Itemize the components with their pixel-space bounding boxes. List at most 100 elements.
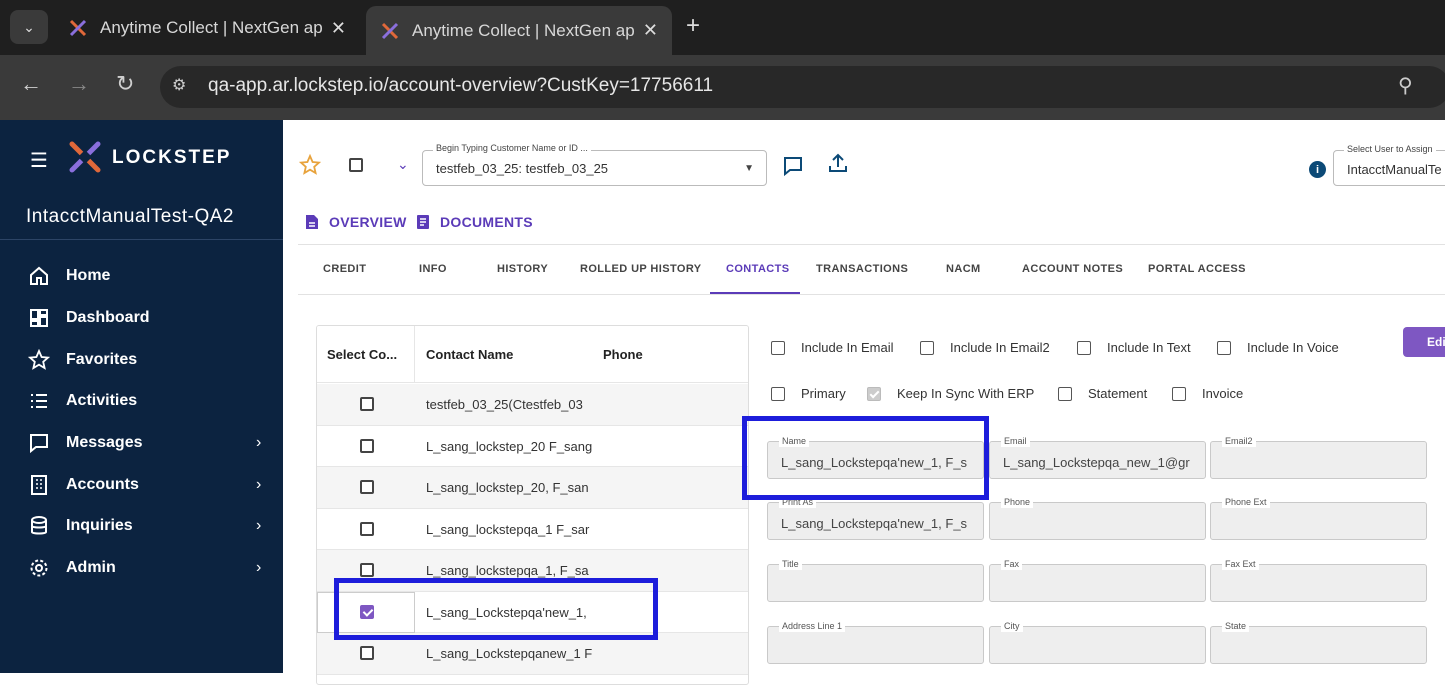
url-text[interactable]: qa-app.ar.lockstep.io/account-overview?C…	[208, 75, 713, 97]
sidebar-item-messages[interactable]: Messages ›	[0, 423, 283, 463]
tab-credit[interactable]: CREDIT	[323, 263, 366, 275]
tab-overview[interactable]: OVERVIEW	[305, 214, 407, 230]
tab-documents[interactable]: DOCUMENTS	[416, 214, 533, 230]
message-icon[interactable]	[782, 155, 804, 177]
fax-field[interactable]: Fax	[989, 558, 1206, 602]
phone-field[interactable]: Phone	[989, 496, 1206, 540]
table-row[interactable]: testfeb_03_25(Ctestfeb_03	[317, 384, 748, 426]
email-field[interactable]: Email L_sang_Lockstepqa_new_1@gr	[989, 435, 1206, 479]
chevron-right-icon: ›	[256, 559, 262, 576]
info-icon[interactable]: i	[1309, 161, 1326, 178]
close-icon[interactable]: ✕	[331, 18, 346, 39]
primary-checkbox[interactable]: Primary	[771, 386, 846, 401]
highlight-box-selected-row	[334, 578, 658, 640]
chevron-right-icon: ›	[256, 517, 262, 534]
tab-search-button[interactable]: ⌄	[10, 10, 48, 44]
tab-history[interactable]: HISTORY	[497, 263, 548, 275]
sidebar-item-label: Favorites	[66, 351, 138, 368]
tab-account-notes[interactable]: ACCOUNT NOTES	[1022, 263, 1123, 275]
reload-icon[interactable]: ↻	[116, 71, 134, 97]
fax-ext-field[interactable]: Fax Ext	[1210, 558, 1427, 602]
include-voice-checkbox[interactable]: Include In Voice	[1217, 340, 1339, 355]
tab-info[interactable]: INFO	[419, 263, 447, 275]
browser-tab-bar: ⌄ Anytime Collect | NextGen app ✕ Anytim…	[0, 0, 1445, 55]
contact-name-cell: testfeb_03_25(Ctestfeb_03	[426, 397, 583, 412]
checkbox-box	[1217, 340, 1231, 355]
close-icon[interactable]: ✕	[643, 20, 658, 41]
chevron-down-icon[interactable]: ⌄	[397, 156, 409, 173]
address-line1-field[interactable]: Address Line 1	[767, 620, 984, 664]
include-email2-checkbox[interactable]: Include In Email2	[920, 340, 1050, 355]
building-icon	[31, 475, 47, 495]
field-label: Phone	[1001, 496, 1034, 508]
upload-icon[interactable]	[827, 152, 849, 174]
sidebar-item-home[interactable]: Home	[0, 256, 283, 296]
sidebar-item-label: Dashboard	[66, 309, 150, 326]
flag-label: Keep In Sync With ERP	[897, 386, 1035, 401]
phone-ext-field[interactable]: Phone Ext	[1210, 496, 1427, 540]
row-checkbox[interactable]	[360, 521, 374, 536]
customer-search-value[interactable]: testfeb_03_25: testfeb_03_25	[436, 161, 608, 176]
tune-icon[interactable]: ⚙	[172, 75, 196, 99]
field-label: Email	[1001, 435, 1030, 447]
list-icon	[31, 394, 47, 408]
flag-label: Primary	[801, 386, 846, 401]
tab-rolled-up-history[interactable]: ROLLED UP HISTORY	[580, 263, 702, 275]
city-field[interactable]: City	[989, 620, 1206, 664]
browser-tab-1[interactable]: Anytime Collect | NextGen app ✕	[54, 8, 360, 48]
select-checkbox[interactable]	[349, 158, 363, 172]
tab-nacm[interactable]: NACM	[946, 263, 981, 275]
sidebar-item-favorites[interactable]: Favorites	[0, 340, 283, 380]
include-email-checkbox[interactable]: Include In Email	[771, 340, 894, 355]
sidebar-item-dashboard[interactable]: Dashboard	[0, 298, 283, 338]
sidebar-item-inquiries[interactable]: Inquiries ›	[0, 506, 283, 546]
print-as-field[interactable]: Print As L_sang_Lockstepqa'new_1, F_s	[767, 496, 984, 540]
column-header-select[interactable]: Select Co...	[327, 347, 397, 362]
forward-arrow-icon[interactable]: →	[68, 71, 90, 97]
row-checkbox[interactable]	[360, 397, 374, 411]
table-row[interactable]: L_sang_lockstep_20, F_san	[317, 467, 748, 509]
sidebar: ☰ LOCKSTEP IntacctManualTest-QA2 Home Da…	[0, 120, 283, 673]
zoom-icon[interactable]: ⚲	[1398, 73, 1413, 98]
row-checkbox[interactable]	[360, 480, 374, 494]
invoice-checkbox[interactable]: Invoice	[1172, 386, 1243, 401]
menu-icon[interactable]: ☰	[30, 148, 48, 173]
field-value[interactable]: L_sang_Lockstepqa_new_1@gr	[1003, 455, 1193, 470]
sidebar-item-activities[interactable]: Activities	[0, 381, 283, 421]
edit-button[interactable]: Edit	[1403, 327, 1445, 357]
sidebar-item-accounts[interactable]: Accounts ›	[0, 465, 283, 505]
flag-label: Include In Email	[801, 340, 894, 355]
plus-icon: +	[686, 12, 701, 39]
contact-name-cell: L_sang_lockstep_20, F_san	[426, 480, 589, 495]
column-header-contact-name[interactable]: Contact Name	[426, 347, 513, 362]
assign-user-value[interactable]: IntacctManualTe	[1347, 162, 1442, 177]
row-checkbox[interactable]	[360, 646, 374, 660]
row-checkbox[interactable]	[360, 563, 374, 577]
new-tab-button[interactable]: +	[686, 12, 700, 40]
email2-field[interactable]: Email2	[1210, 435, 1427, 479]
column-header-phone[interactable]: Phone	[603, 347, 643, 362]
statement-checkbox[interactable]: Statement	[1058, 386, 1147, 401]
table-row[interactable]: L_sang_lockstep_20 F_sang	[317, 426, 748, 467]
tab-transactions[interactable]: TRANSACTIONS	[816, 263, 908, 275]
include-text-checkbox[interactable]: Include In Text	[1077, 340, 1191, 355]
tab-portal-access[interactable]: PORTAL ACCESS	[1148, 263, 1246, 275]
field-label: State	[1222, 620, 1250, 632]
lockstep-favicon	[381, 22, 399, 39]
sidebar-item-admin[interactable]: Admin ›	[0, 548, 283, 588]
customer-search-field[interactable]: Begin Typing Customer Name or ID ... tes…	[422, 143, 767, 186]
table-row[interactable]: L_sang_lockstepqa_1 F_sar	[317, 509, 748, 550]
dashboard-icon	[30, 309, 48, 327]
sidebar-item-label: Home	[66, 267, 111, 284]
state-field[interactable]: State	[1210, 620, 1427, 664]
tab-contacts[interactable]: CONTACTS	[726, 263, 790, 275]
assign-user-field[interactable]: Select User to Assign IntacctManualTe	[1333, 144, 1445, 186]
favorite-star-icon[interactable]	[299, 154, 321, 176]
dropdown-arrow-icon[interactable]: ▼	[744, 163, 754, 174]
field-value[interactable]: L_sang_Lockstepqa'new_1, F_s	[781, 516, 971, 531]
back-arrow-icon[interactable]: ←	[20, 71, 42, 97]
sidebar-item-label: Messages	[66, 434, 143, 451]
row-checkbox[interactable]	[360, 438, 374, 453]
title-field[interactable]: Title	[767, 558, 984, 602]
browser-tab-2-active[interactable]: Anytime Collect | NextGen app ✕	[366, 6, 672, 55]
